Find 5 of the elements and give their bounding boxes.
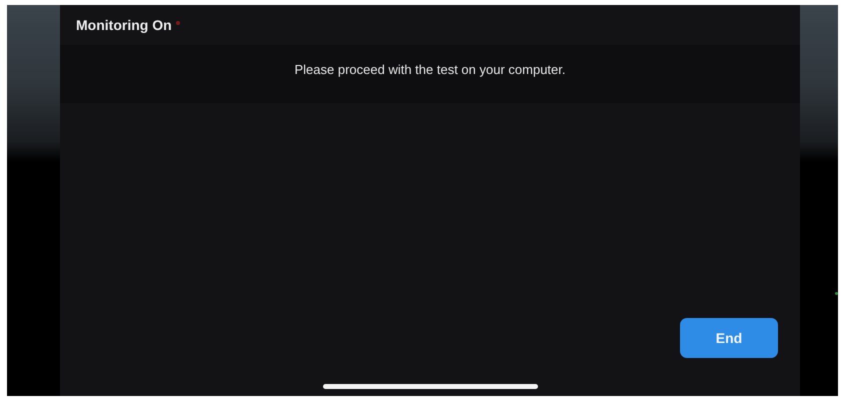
instruction-message: Please proceed with the test on your computer. bbox=[294, 62, 566, 76]
end-button[interactable]: End bbox=[680, 318, 778, 358]
home-indicator[interactable] bbox=[323, 384, 538, 389]
monitoring-title: Monitoring On bbox=[76, 17, 172, 33]
camera-indicator-icon bbox=[835, 292, 838, 295]
